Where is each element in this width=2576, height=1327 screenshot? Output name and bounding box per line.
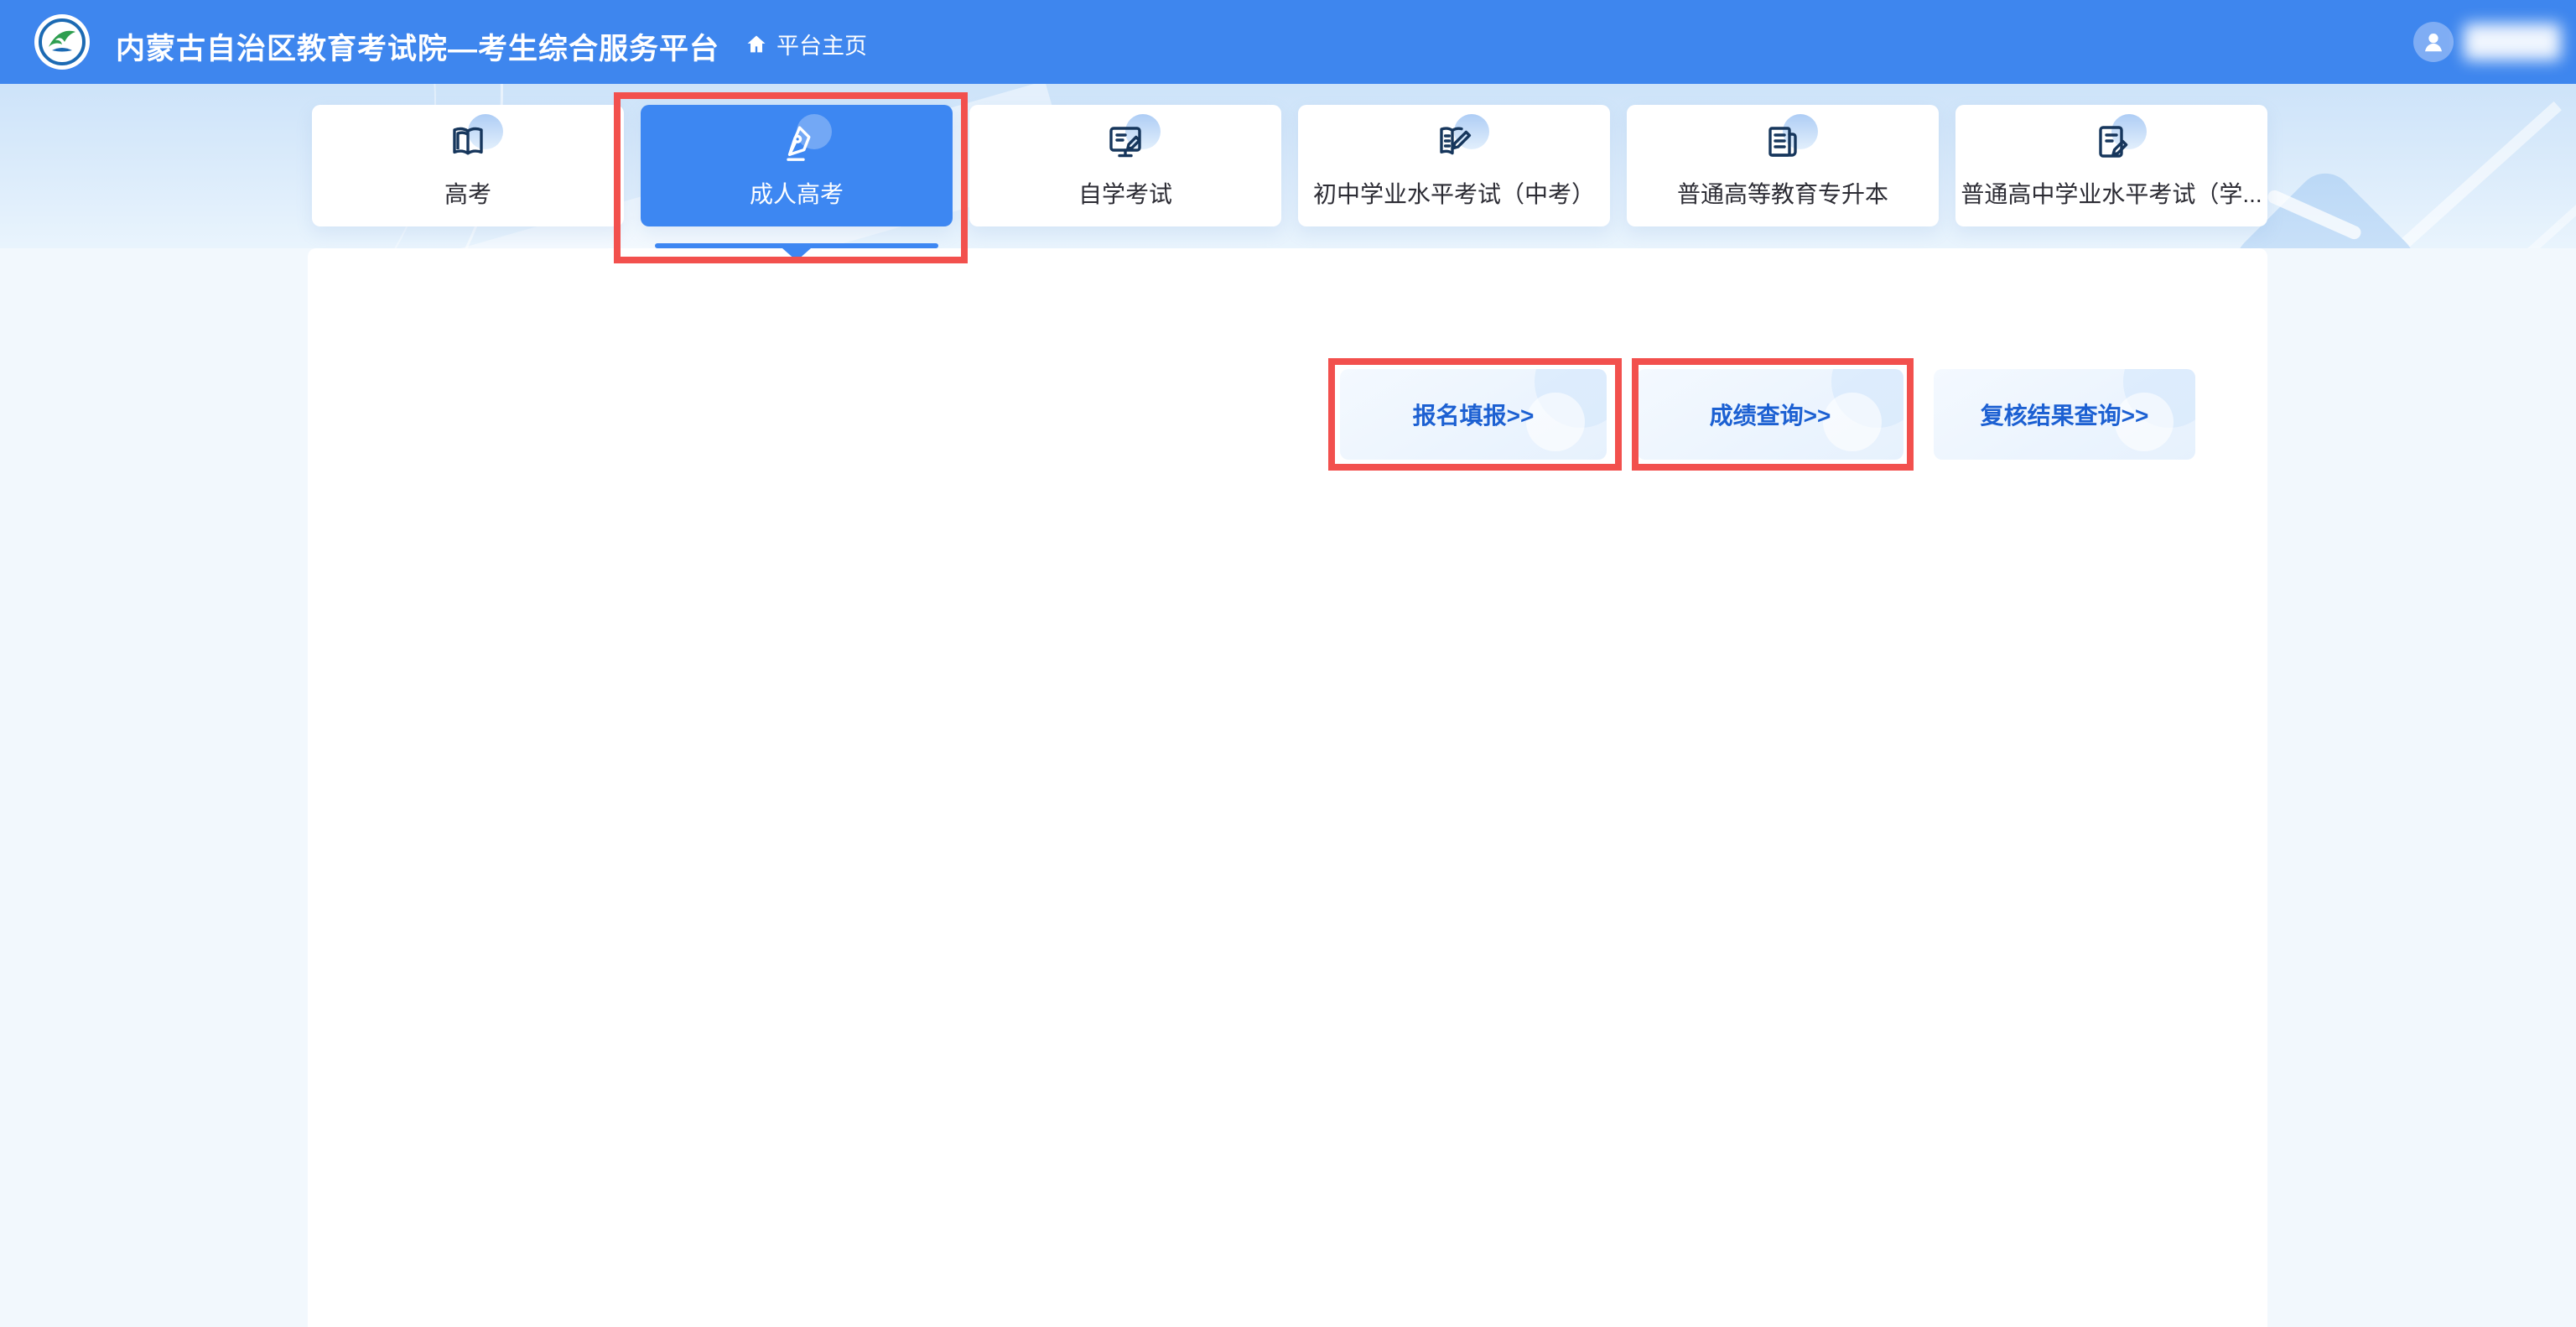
review-result-query-button[interactable]: 复核结果查询>> [1934,369,2195,460]
tab-zixue-kaoshi[interactable]: 自学考试 [969,105,1281,226]
app-header: 内蒙古自治区教育考试院—考生综合服务平台 平台主页 [0,0,2576,84]
open-book-icon [448,122,488,166]
tab-label: 高考 [444,176,491,210]
tab-label: 自学考试 [1078,176,1172,210]
document-edit-icon [2091,122,2132,166]
home-link[interactable]: 平台主页 [745,28,867,60]
book-edit-icon [1434,122,1474,166]
tab-chuzhong-xueye[interactable]: 初中学业水平考试（中考） [1298,105,1610,226]
home-icon [745,33,768,56]
tab-zhuanshengben[interactable]: 普通高等教育专升本 [1627,105,1939,226]
tab-label: 普通高等教育专升本 [1677,176,1888,210]
monitor-edit-icon [1105,122,1145,166]
tab-gaokao[interactable]: 高考 [312,105,624,226]
user-avatar-icon[interactable] [2413,22,2454,62]
signup-fill-button[interactable]: 报名填报>> [1340,369,1607,460]
tab-chengren-gaokao-selected[interactable]: 成人高考 [641,105,953,226]
tab-label: 普通高中学业水平考试（学... [1961,176,2262,210]
home-link-label: 平台主页 [776,28,867,60]
score-query-label: 成绩查询>> [1710,398,1831,431]
site-logo-icon [34,13,91,70]
tab-label: 初中学业水平考试（中考） [1313,176,1595,210]
page-title: 内蒙古自治区教育考试院—考生综合服务平台 [116,25,719,68]
newspaper-icon [1763,122,1803,166]
review-result-query-label: 复核结果查询>> [1981,398,2149,431]
pen-nib-icon [776,122,817,166]
selected-tab-arrow [782,248,811,261]
signup-fill-label: 报名填报>> [1413,398,1535,431]
tab-label: 成人高考 [750,176,844,210]
user-name-redacted[interactable] [2464,23,2561,60]
score-query-button[interactable]: 成绩查询>> [1637,369,1903,460]
tab-gaozhong-xueye[interactable]: 普通高中学业水平考试（学... [1955,105,2267,226]
